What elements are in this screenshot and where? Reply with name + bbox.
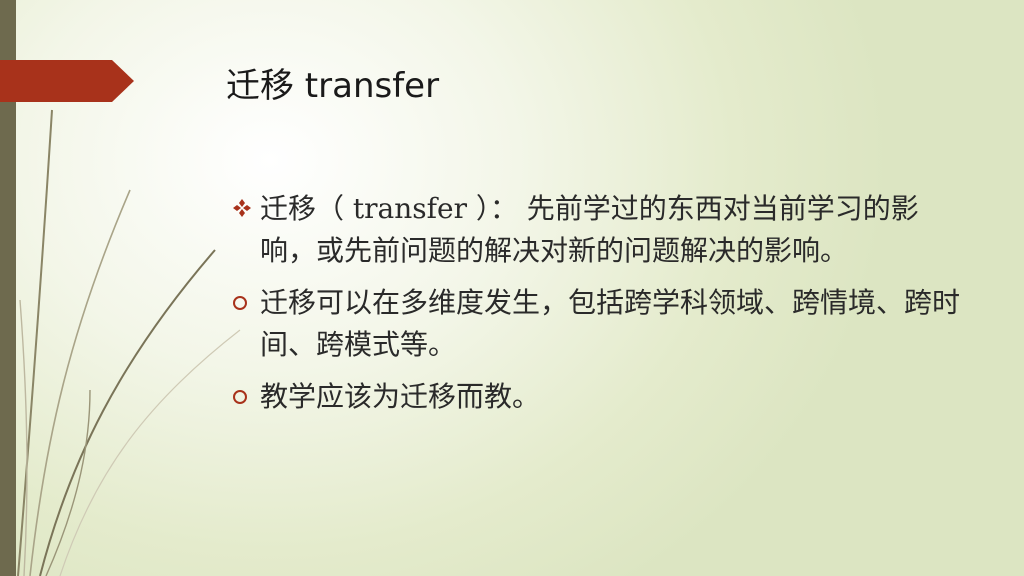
title-arrow-shape bbox=[0, 60, 134, 102]
bullet-item: 教学应该为迁移而教。 bbox=[230, 376, 970, 418]
slide: 迁移 transfer 迁移（ transfer ）： 先前学过的东西对当前学习… bbox=[0, 0, 1024, 576]
bullet-text: 教学应该为迁移而教。 bbox=[260, 380, 541, 413]
diamond-bullet-icon bbox=[230, 196, 254, 220]
bullet-list: 迁移（ transfer ）： 先前学过的东西对当前学习的影响，或先前问题的解决… bbox=[230, 188, 970, 428]
circle-bullet-icon bbox=[230, 384, 254, 408]
bullet-text: 迁移可以在多维度发生，包括跨学科领域、跨情境、跨时间、跨模式等。 bbox=[260, 286, 961, 361]
slide-title: 迁移 transfer bbox=[226, 66, 440, 106]
bullet-text: 迁移（ transfer ）： 先前学过的东西对当前学习的影响，或先前问题的解决… bbox=[260, 192, 919, 267]
circle-bullet-icon bbox=[230, 290, 254, 314]
bullet-item: 迁移（ transfer ）： 先前学过的东西对当前学习的影响，或先前问题的解决… bbox=[230, 188, 970, 272]
bullet-item: 迁移可以在多维度发生，包括跨学科领域、跨情境、跨时间、跨模式等。 bbox=[230, 282, 970, 366]
